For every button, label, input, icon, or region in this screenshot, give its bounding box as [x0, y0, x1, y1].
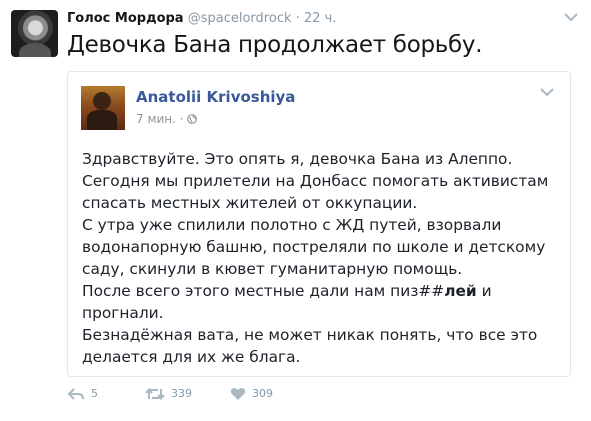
retweet-icon — [145, 387, 165, 401]
embedded-facebook-post[interactable]: Anatolii Krivoshiya 7 мин. · Здравствуйт… — [67, 71, 571, 377]
chevron-down-icon[interactable] — [564, 12, 578, 22]
chevron-down-icon[interactable] — [540, 87, 554, 97]
heart-icon — [230, 388, 246, 400]
post-line-bold: лей — [444, 282, 477, 300]
post-body: Здравствуйте. Это опять я, девочка Бана … — [82, 148, 562, 368]
globe-icon — [187, 114, 198, 124]
post-line: саду, скинули в кювет гуманитарную помощ… — [82, 260, 463, 278]
post-author-name[interactable]: Anatolii Krivoshiya — [136, 88, 295, 106]
tweet-timestamp[interactable]: 22 ч. — [304, 11, 337, 26]
like-button[interactable]: 309 — [230, 385, 273, 403]
post-line: делается для их же блага. — [82, 348, 301, 366]
post-line: С утра уже спилили полотно с ЖД путей, в… — [82, 216, 502, 234]
post-line: водонапорную башню, постреляли по школе … — [82, 238, 546, 256]
author-avatar[interactable] — [11, 10, 58, 57]
reply-count: 5 — [91, 387, 98, 400]
reply-button[interactable]: 5 — [67, 385, 98, 403]
author-name[interactable]: Голос Мордора — [67, 11, 184, 26]
post-line: После всего этого местные дали нам пиз##… — [82, 280, 562, 302]
post-line-suffix: и — [476, 282, 492, 300]
post-line: Безнадёжная вата, не может никак понять,… — [82, 326, 538, 344]
post-meta: 7 мин. · — [136, 112, 198, 126]
tweet-text: Девочка Бана продолжает борьбу. — [67, 32, 483, 58]
author-handle[interactable]: @spacelordrock — [188, 11, 292, 26]
post-meta-separator: · — [179, 112, 184, 126]
post-author-avatar[interactable] — [81, 86, 125, 130]
tweet-header: Голос Мордора @spacelordrock · 22 ч. — [67, 10, 336, 28]
header-separator: · — [295, 11, 300, 26]
tweet: Голос Мордора @spacelordrock · 22 ч. Дев… — [0, 0, 591, 421]
post-line-prefix: После всего этого местные дали нам пиз## — [82, 282, 445, 300]
retweet-count: 339 — [171, 387, 192, 400]
reply-icon — [67, 388, 84, 400]
post-line: Здравствуйте. Это опять я, девочка Бана … — [82, 150, 513, 168]
retweet-button[interactable]: 339 — [145, 385, 192, 403]
post-line: прогнали. — [82, 304, 164, 322]
post-timestamp[interactable]: 7 мин. — [136, 112, 176, 126]
post-line: Сегодня мы прилетели на Донбасс помогать… — [82, 172, 549, 190]
like-count: 309 — [252, 387, 273, 400]
post-line: спасать местных жителей от оккупации. — [82, 194, 418, 212]
